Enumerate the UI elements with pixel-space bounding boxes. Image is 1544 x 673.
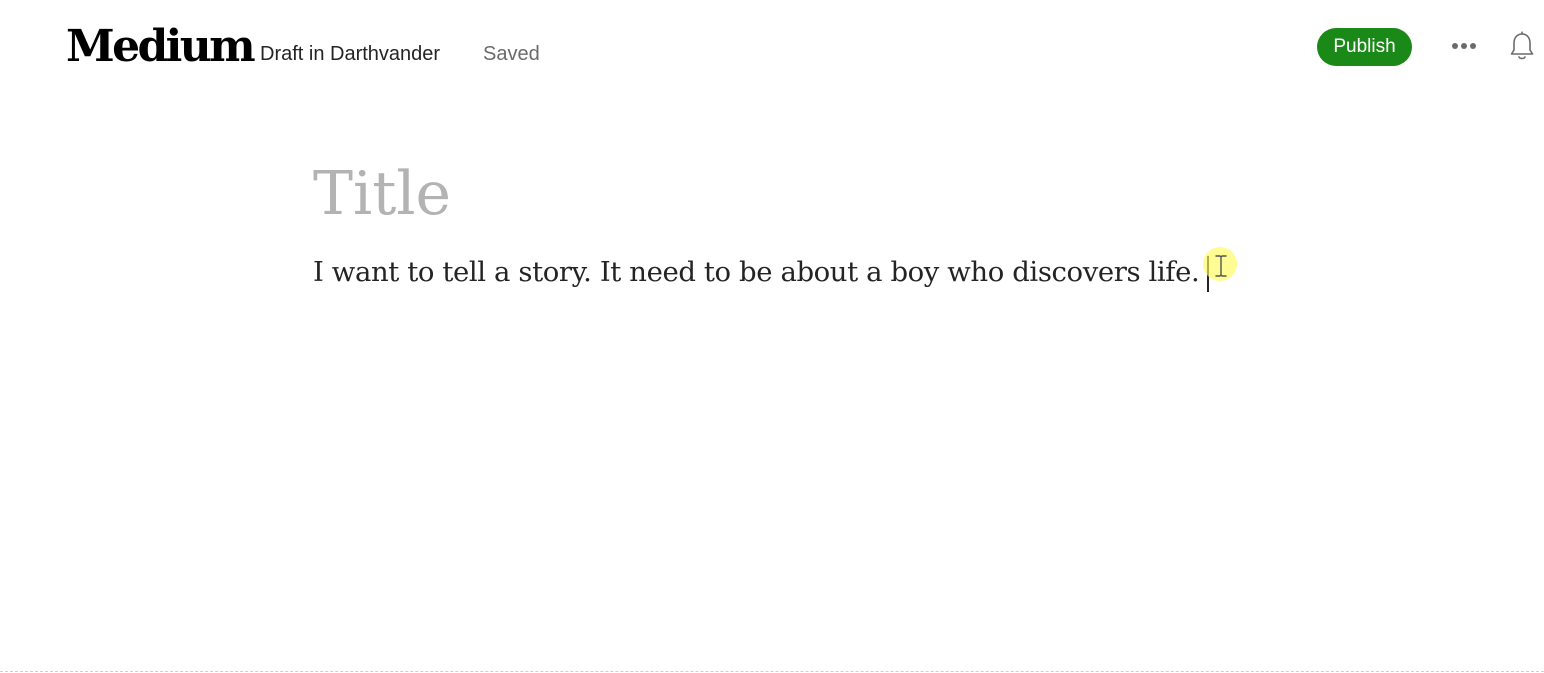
more-options-button[interactable] <box>1446 30 1482 62</box>
story-body-editor[interactable]: I want to tell a story. It need to be ab… <box>313 251 1200 293</box>
more-horizontal-icon <box>1452 43 1476 49</box>
bottom-divider <box>0 671 1544 672</box>
publish-button[interactable]: Publish <box>1317 28 1412 66</box>
notifications-button[interactable] <box>1504 28 1540 64</box>
save-status: Saved <box>483 43 540 65</box>
top-bar: Medium Draft in Darthvander Saved Publis… <box>0 0 1544 100</box>
bell-icon <box>1510 31 1534 60</box>
ibeam-cursor-icon <box>1215 255 1227 277</box>
story-title-input[interactable]: Title <box>313 154 451 234</box>
medium-logo[interactable]: Medium <box>66 20 256 74</box>
draft-location-label: Draft in Darthvander <box>260 43 441 65</box>
